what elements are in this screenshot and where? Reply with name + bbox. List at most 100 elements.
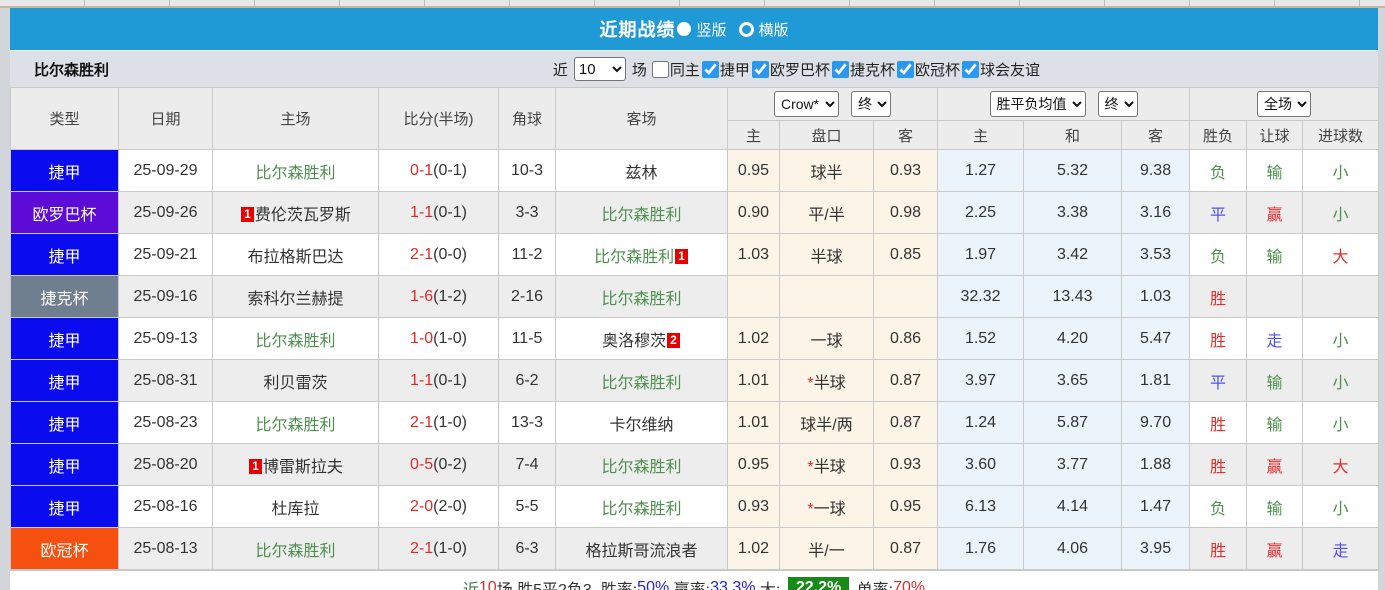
league-checkbox[interactable]: [751, 60, 769, 78]
league-filter[interactable]: 捷甲: [700, 59, 750, 80]
league-checkbox[interactable]: [701, 60, 719, 78]
summary-segment: 赢率:: [669, 576, 710, 590]
league-filter-label[interactable]: 捷克杯: [850, 59, 895, 80]
red-card-badge: 2: [667, 332, 680, 348]
league-checkbox[interactable]: [961, 60, 979, 78]
date-cell: 25-08-31: [118, 359, 213, 402]
handicap-cell: 球半: [779, 149, 874, 192]
asia-home-odds-cell: [727, 275, 780, 318]
away-team-cell: 比尔森胜利: [555, 485, 728, 528]
fulltime-score: 1-1: [410, 203, 434, 221]
horizontal-layout-radio[interactable]: [738, 21, 754, 37]
asia-home-odds-cell: 1.02: [727, 527, 780, 570]
team-name: 比尔森胜利: [601, 458, 682, 476]
match-count-select[interactable]: 10: [573, 57, 626, 81]
asia-away-odds-cell: 0.85: [872, 233, 939, 276]
team-name: 费伦茨瓦罗斯: [254, 206, 351, 224]
halftime-score: (1-0): [433, 539, 467, 557]
team-name: 利贝雷茨: [263, 374, 328, 392]
corners-cell: 6-2: [498, 359, 556, 402]
corners-cell: 11-2: [498, 233, 556, 276]
bookmaker-time-select[interactable]: 终: [851, 91, 891, 117]
col-header-date: 日期: [118, 87, 213, 150]
fulltime-score: 1-6: [410, 287, 434, 305]
league-filter[interactable]: 球会友谊: [960, 59, 1040, 80]
page-title: 近期战绩: [599, 20, 676, 40]
same-venue-label[interactable]: 同主: [670, 59, 700, 80]
score-cell: 2-1(0-0): [378, 233, 499, 276]
fulltime-score: 1-0: [410, 329, 434, 347]
halftime-score: (0-0): [433, 245, 467, 263]
asia-home-odds-cell: 0.90: [727, 191, 780, 234]
col-header-avg-home: 主: [937, 120, 1025, 150]
goals-outcome-cell: 走: [1302, 527, 1380, 570]
halftime-score: (1-0): [433, 413, 467, 431]
home-team-cell: 索科尔兰赫提: [212, 275, 379, 318]
avg-draw-cell: 5.87: [1023, 401, 1123, 444]
europe-avg-select[interactable]: 胜平负均值: [989, 91, 1086, 117]
red-card-badge: 1: [241, 206, 254, 222]
away-team-cell: 奥洛穆茨 2: [555, 317, 728, 360]
avg-away-cell: 1.88: [1121, 443, 1191, 486]
vertical-layout-label[interactable]: 竖版: [696, 19, 726, 40]
summary-segment: 近: [463, 576, 479, 590]
asia-away-odds-cell: 0.87: [872, 527, 939, 570]
col-header-goals-outcome: 进球数: [1302, 120, 1380, 150]
date-cell: 25-09-29: [118, 149, 213, 192]
filter-controls: 近 10 场 同主 捷甲 欧罗巴杯 捷克杯 欧冠杯 球会友谊: [550, 57, 1040, 81]
league-filter-label[interactable]: 欧罗巴杯: [770, 59, 830, 80]
away-team-cell: 比尔森胜利: [555, 359, 728, 402]
league-filter[interactable]: 捷克杯: [830, 59, 895, 80]
table-row: 捷甲 25-08-20 1 博雷斯拉夫 0-5(0-2) 7-4 比尔森胜利 0.95 *半球 0…: [10, 443, 1380, 486]
results-table: 类型 日期 主场 比分(半场) 角球 客场 Crow* 终 胜平负均值终 全场 主…: [10, 87, 1380, 570]
league-filter[interactable]: 欧冠杯: [895, 59, 960, 80]
league-filter[interactable]: 欧罗巴杯: [750, 59, 830, 80]
halftime-score: (0-1): [433, 161, 467, 179]
avg-home-cell: 1.97: [937, 233, 1025, 276]
date-cell: 25-09-13: [118, 317, 213, 360]
type-cell: 捷甲: [10, 485, 119, 528]
same-venue-checkbox[interactable]: [651, 60, 669, 78]
handicap-outcome-cell: 输: [1246, 359, 1304, 402]
filter-bar: 比尔森胜利 近 10 场 同主 捷甲 欧罗巴杯 捷克杯 欧冠杯 球会友谊: [10, 50, 1378, 87]
corners-cell: 10-3: [498, 149, 556, 192]
avg-draw-cell: 3.77: [1023, 443, 1123, 486]
same-venue-filter[interactable]: 同主: [650, 59, 700, 80]
league-badge: 捷甲: [11, 360, 118, 401]
score-cell: 2-0(2-0): [378, 485, 499, 528]
home-team-cell: 比尔森胜利: [212, 527, 379, 570]
league-checkbox[interactable]: [896, 60, 914, 78]
league-filter-label[interactable]: 欧冠杯: [915, 59, 960, 80]
handicap-cell: *半球: [779, 443, 874, 486]
league-checkbox[interactable]: [831, 60, 849, 78]
type-cell: 捷甲: [10, 233, 119, 276]
col-header-home: 主场: [212, 87, 379, 150]
avg-draw-cell: 3.38: [1023, 191, 1123, 234]
scope-select[interactable]: 全场: [1257, 91, 1312, 117]
halftime-score: (1-2): [433, 287, 467, 305]
score-cell: 1-0(1-0): [378, 317, 499, 360]
avg-home-cell: 2.25: [937, 191, 1025, 234]
league-badge: 捷甲: [11, 150, 118, 191]
summary-bar: 近10场,胜5平2负3, 胜率:50% 赢率:33.3% 大: 22.2% 单率…: [10, 570, 1378, 590]
outcome-cell: 负: [1189, 149, 1248, 192]
fulltime-score: 2-1: [410, 539, 434, 557]
avg-home-cell: 1.27: [937, 149, 1025, 192]
outcome-cell: 胜: [1189, 275, 1248, 318]
league-filter-label[interactable]: 捷甲: [720, 59, 750, 80]
date-cell: 25-08-20: [118, 443, 213, 486]
avg-away-cell: 1.03: [1121, 275, 1191, 318]
date-cell: 25-09-21: [118, 233, 213, 276]
col-header-handicap: 盘口: [779, 120, 874, 150]
league-filter-label[interactable]: 球会友谊: [980, 59, 1040, 80]
bookmaker-select[interactable]: Crow*: [774, 91, 839, 117]
avg-away-cell: 3.95: [1121, 527, 1191, 570]
avg-home-cell: 6.13: [937, 485, 1025, 528]
europe-time-select[interactable]: 终: [1097, 91, 1138, 117]
horizontal-layout-label[interactable]: 横版: [759, 19, 789, 40]
col-header-avg-draw: 和: [1023, 120, 1123, 150]
asia-home-odds-cell: 0.93: [727, 485, 780, 528]
outcome-cell: 负: [1189, 233, 1248, 276]
red-card-badge: 1: [675, 248, 688, 264]
vertical-layout-radio[interactable]: [677, 22, 692, 36]
